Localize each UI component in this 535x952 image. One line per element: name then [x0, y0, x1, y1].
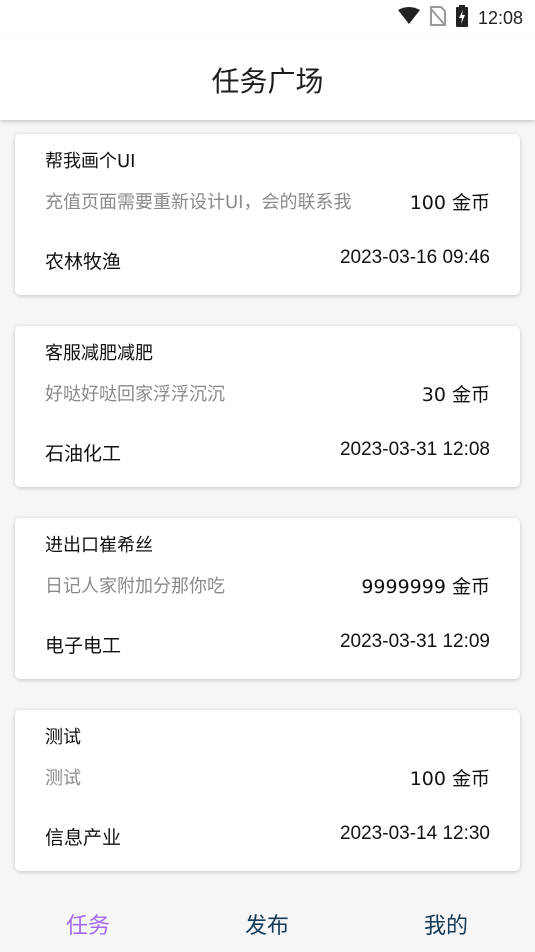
no-sim-icon [429, 6, 446, 30]
task-list: 帮我画个UI 充值页面需要重新设计UI，会的联系我 100 金币 农林牧渔 20… [15, 134, 520, 902]
task-card[interactable]: 测试 测试 100 金币 信息产业 2023-03-14 12:30 [15, 710, 520, 871]
status-bar: 12:08 [0, 0, 535, 38]
task-title: 帮我画个UI [45, 151, 136, 172]
bottom-nav: 任务 发布 我的 [0, 888, 535, 952]
app-bar: 任务广场 [0, 38, 535, 120]
nav-item-publish[interactable]: 发布 [245, 908, 289, 940]
task-reward: 100 金币 [409, 768, 490, 790]
task-description: 好哒好哒回家浮浮沉沉 [45, 384, 225, 405]
status-icons: 12:08 [397, 5, 523, 31]
task-category: 信息产业 [45, 827, 122, 849]
task-title: 进出口崔希丝 [45, 535, 153, 556]
task-time: 2023-03-31 12:09 [339, 631, 490, 652]
task-reward: 30 金币 [421, 384, 490, 406]
nav-item-mine[interactable]: 我的 [424, 908, 468, 940]
wifi-icon [397, 7, 420, 29]
task-time: 2023-03-31 12:08 [339, 439, 490, 460]
task-category: 农林牧渔 [45, 251, 122, 273]
task-reward: 9999999 金币 [361, 576, 490, 598]
task-reward: 100 金币 [409, 192, 490, 214]
task-card[interactable]: 客服减肥减肥 好哒好哒回家浮浮沉沉 30 金币 石油化工 2023-03-31 … [15, 326, 520, 487]
task-category: 石油化工 [45, 443, 122, 465]
task-description: 日记人家附加分那你吃 [45, 576, 225, 597]
page-title: 任务广场 [211, 65, 324, 98]
task-time: 2023-03-14 12:30 [339, 823, 490, 844]
task-description: 充值页面需要重新设计UI，会的联系我 [45, 192, 352, 213]
battery-charging-icon [455, 5, 468, 31]
task-category: 电子电工 [45, 635, 122, 657]
task-card[interactable]: 进出口崔希丝 日记人家附加分那你吃 9999999 金币 电子电工 2023-0… [15, 518, 520, 679]
task-description: 测试 [45, 768, 81, 789]
task-time: 2023-03-16 09:46 [339, 247, 490, 268]
status-time: 12:08 [477, 7, 523, 28]
task-title: 客服减肥减肥 [45, 343, 153, 364]
task-title: 测试 [45, 727, 81, 748]
nav-item-tasks[interactable]: 任务 [66, 908, 110, 940]
task-card[interactable]: 帮我画个UI 充值页面需要重新设计UI，会的联系我 100 金币 农林牧渔 20… [15, 134, 520, 295]
